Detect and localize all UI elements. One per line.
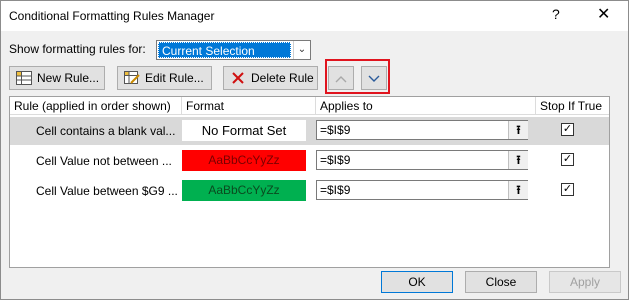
delete-rule-button[interactable]: Delete Rule <box>223 66 318 90</box>
applies-to-value: =$I$9 <box>320 183 351 197</box>
format-preview: No Format Set <box>182 120 306 141</box>
table-row[interactable]: Cell Value not between ... AaBbCcYyZz =$… <box>10 147 609 175</box>
edit-rule-label: Edit Rule... <box>145 71 204 85</box>
show-rules-value: Current Selection <box>158 42 291 58</box>
applies-to-field[interactable]: =$I$9 ⭱ <box>316 150 528 170</box>
apply-button[interactable]: Apply <box>549 271 621 293</box>
table-row[interactable]: Cell Value between $G9 ... AaBbCcYyZz =$… <box>10 177 609 205</box>
column-header-rule[interactable]: Rule (applied in order shown) <box>10 97 182 115</box>
applies-to-value: =$I$9 <box>320 153 351 167</box>
format-preview: AaBbCcYyZz <box>182 180 306 201</box>
close-icon[interactable]: ✕ <box>597 4 610 24</box>
edit-rule-icon <box>124 71 140 84</box>
stop-if-true-checkbox[interactable]: ✓ <box>561 153 574 166</box>
applies-to-field[interactable]: =$I$9 ⭱ <box>316 180 528 200</box>
window-title: Conditional Formatting Rules Manager <box>9 9 215 23</box>
column-header-applies-to[interactable]: Applies to <box>316 97 536 115</box>
ok-button[interactable]: OK <box>381 271 453 293</box>
show-rules-dropdown[interactable]: Current Selection ⌄ <box>156 40 311 60</box>
stop-if-true-checkbox[interactable]: ✓ <box>561 123 574 136</box>
rules-table: Rule (applied in order shown) Format App… <box>9 96 610 268</box>
title-bar: Conditional Formatting Rules Manager ? ✕ <box>1 1 628 31</box>
collapse-dialog-icon[interactable]: ⭱ <box>508 121 528 139</box>
format-preview: AaBbCcYyZz <box>182 150 306 171</box>
edit-rule-button[interactable]: Edit Rule... <box>117 66 212 90</box>
new-rule-button[interactable]: New Rule... <box>9 66 105 90</box>
new-rule-icon <box>16 71 32 85</box>
rule-description: Cell contains a blank val... <box>36 124 176 138</box>
help-icon[interactable]: ? <box>552 6 560 22</box>
column-header-format[interactable]: Format <box>182 97 316 115</box>
conditional-formatting-dialog: Conditional Formatting Rules Manager ? ✕… <box>0 0 629 300</box>
column-header-stop-if-true[interactable]: Stop If True <box>536 97 609 115</box>
applies-to-field[interactable]: =$I$9 ⭱ <box>316 120 528 140</box>
stop-if-true-checkbox[interactable]: ✓ <box>561 183 574 196</box>
close-button[interactable]: Close <box>465 271 537 293</box>
chevron-down-icon: ⌄ <box>293 41 310 59</box>
highlight-box <box>325 59 390 94</box>
collapse-dialog-icon[interactable]: ⭱ <box>508 151 528 169</box>
collapse-dialog-icon[interactable]: ⭱ <box>508 181 528 199</box>
applies-to-value: =$I$9 <box>320 123 351 137</box>
table-row[interactable]: Cell contains a blank val... No Format S… <box>10 117 609 145</box>
new-rule-label: New Rule... <box>37 71 100 85</box>
rule-description: Cell Value not between ... <box>36 154 172 168</box>
delete-rule-label: Delete Rule <box>251 71 314 85</box>
show-rules-label: Show formatting rules for: <box>9 42 146 56</box>
rule-description: Cell Value between $G9 ... <box>36 184 178 198</box>
delete-icon <box>232 72 244 84</box>
